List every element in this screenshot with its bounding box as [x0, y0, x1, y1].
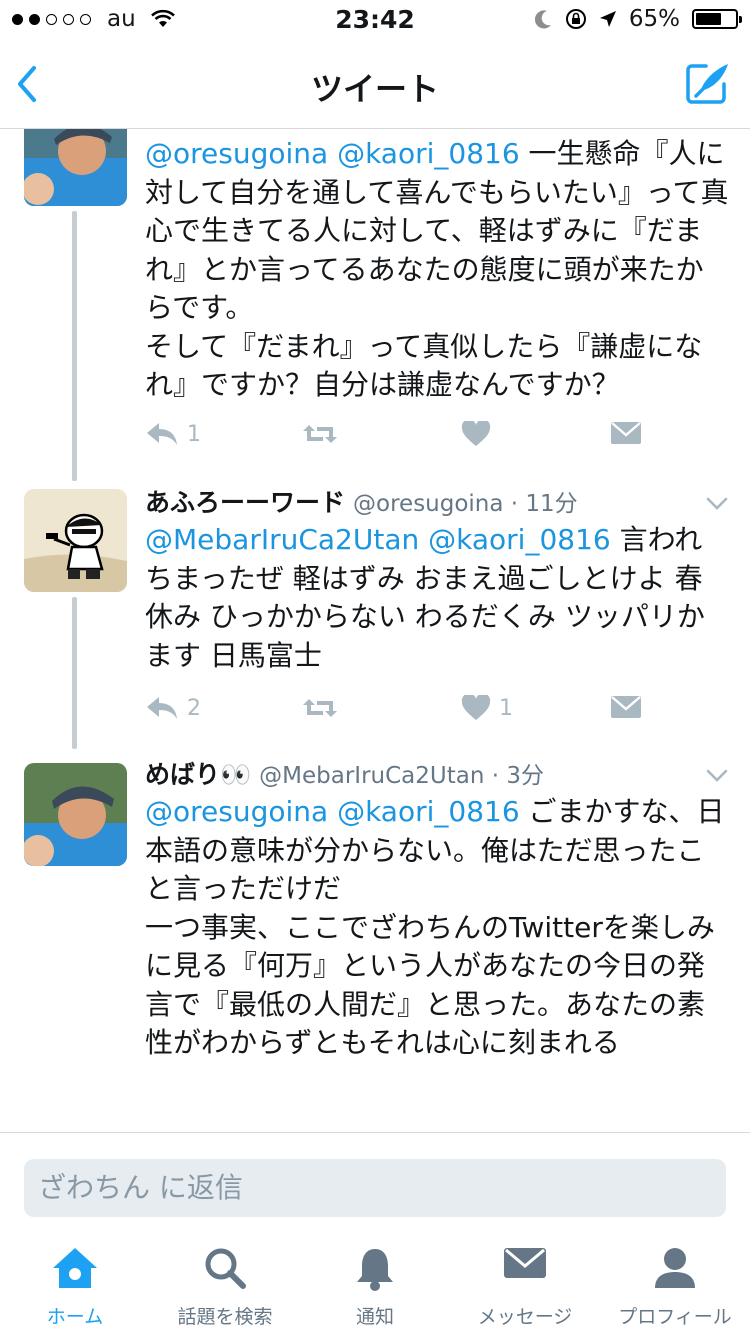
reply-icon: [147, 423, 177, 445]
avatar[interactable]: [24, 489, 127, 592]
retweet-button[interactable]: [301, 421, 339, 447]
reply-button[interactable]: 2: [145, 695, 201, 721]
page-title: ツイート: [310, 70, 439, 108]
person-icon: [655, 1248, 695, 1288]
heart-icon: [461, 421, 491, 446]
reply-button[interactable]: 1: [145, 421, 201, 447]
user-photo-icon: [24, 763, 127, 866]
tab-label: 通知: [355, 1306, 394, 1328]
battery-icon: [692, 9, 742, 29]
display-name[interactable]: めばり👀: [145, 755, 251, 791]
tweet[interactable]: めばり👀 @MebarIruCa2Utan · 3分 @oresugoina @…: [0, 749, 750, 1132]
reply-input[interactable]: ざわちん に返信: [24, 1159, 726, 1217]
moon-icon: [534, 10, 551, 29]
tweet-header: めばり👀 @MebarIruCa2Utan · 3分: [145, 755, 544, 791]
status-bar: au 23:42 65%: [0, 0, 750, 40]
thread-line: [72, 597, 77, 749]
compose-tweet-icon[interactable]: [684, 60, 730, 106]
mention-link[interactable]: @oresugoina @kaori_0816: [145, 795, 520, 828]
chevron-down-icon[interactable]: [706, 769, 728, 783]
user-photo-icon: [24, 129, 127, 206]
heart-icon: [461, 695, 491, 720]
like-button[interactable]: 1: [461, 695, 513, 721]
search-icon: [205, 1248, 246, 1289]
tab-label: プロフィール: [618, 1306, 732, 1328]
tab-label: ホーム: [46, 1306, 104, 1328]
tab-bar: ホーム 話題を検索 通知 メッセージ プロフィール: [0, 1232, 750, 1334]
tweet-text: @oresugoina @kaori_0816 一生懸命『人に対して自分を通して…: [145, 137, 729, 401]
envelope-icon: [504, 1248, 546, 1278]
user-sticker-icon: [24, 489, 127, 592]
nav-bar: ツイート: [0, 40, 750, 129]
location-icon: [599, 11, 616, 27]
tab-messages[interactable]: メッセージ: [450, 1232, 600, 1334]
reply-bar: ざわちん に返信: [0, 1132, 750, 1233]
retweet-icon: [303, 699, 337, 717]
handle-time[interactable]: @MebarIruCa2Utan · 3分: [259, 756, 544, 790]
tab-label: メッセージ: [477, 1306, 573, 1328]
avatar[interactable]: [24, 129, 127, 206]
reply-count: 2: [187, 695, 201, 721]
tab-profile[interactable]: プロフィール: [600, 1232, 750, 1334]
battery-percent: 65%: [628, 6, 680, 32]
tab-home[interactable]: ホーム: [0, 1232, 150, 1334]
display-name[interactable]: あふろーーワード: [145, 483, 345, 519]
rotation-lock-icon: [565, 9, 586, 29]
tweet-actions: 2 1: [145, 695, 705, 735]
tweet[interactable]: @oresugoina @kaori_0816 一生懸命『人に対して自分を通して…: [0, 129, 750, 481]
tweet[interactable]: あふろーーワード @oresugoina · 11分 @MebarIruCa2U…: [0, 481, 750, 749]
avatar[interactable]: [24, 763, 127, 866]
tweet-text: @oresugoina @kaori_0816 ごまかすな、日本語の意味が分から…: [145, 795, 725, 1059]
tab-label: 話題を検索: [177, 1306, 273, 1328]
like-count: 1: [499, 695, 513, 721]
mention-link[interactable]: @oresugoina @kaori_0816: [145, 137, 520, 170]
retweet-button[interactable]: [301, 695, 339, 721]
thread-line: [72, 211, 77, 481]
envelope-icon: [611, 422, 641, 444]
handle-time[interactable]: @oresugoina · 11分: [353, 484, 578, 518]
like-button[interactable]: [461, 421, 491, 447]
bell-icon: [357, 1249, 393, 1291]
tab-search[interactable]: 話題を検索: [150, 1232, 300, 1334]
retweet-icon: [303, 425, 337, 443]
tweet-actions: 1: [145, 421, 705, 461]
mention-link[interactable]: @MebarIruCa2Utan @kaori_0816: [145, 523, 611, 556]
tweet-header: あふろーーワード @oresugoina · 11分: [145, 483, 578, 519]
reply-icon: [147, 697, 177, 719]
tab-notifications[interactable]: 通知: [300, 1232, 450, 1334]
reply-count: 1: [187, 421, 201, 447]
tweet-text: @MebarIruCa2Utan @kaori_0816 言われちまったぜ 軽は…: [145, 523, 705, 672]
chevron-down-icon[interactable]: [706, 497, 728, 511]
tweet-thread[interactable]: @oresugoina @kaori_0816 一生懸命『人に対して自分を通して…: [0, 129, 750, 1132]
dm-button[interactable]: [610, 421, 642, 445]
home-icon: [53, 1248, 97, 1288]
envelope-icon: [611, 696, 641, 718]
status-right: 65%: [534, 6, 742, 32]
dm-button[interactable]: [610, 695, 642, 719]
